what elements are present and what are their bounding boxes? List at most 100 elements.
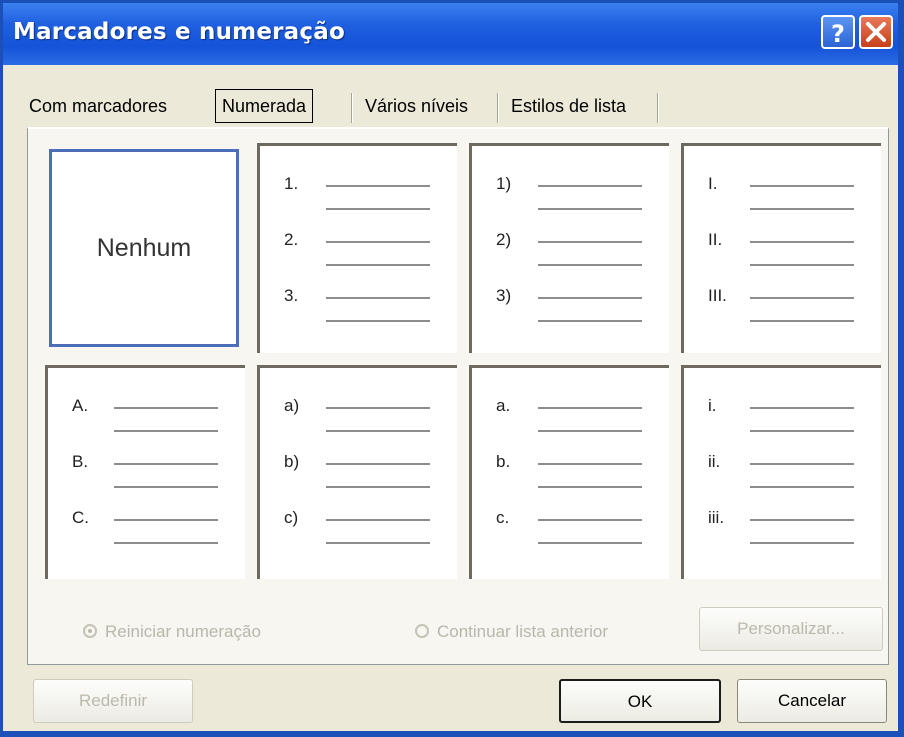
text-placeholder-line <box>538 208 642 210</box>
number-marker: 1. <box>284 174 299 193</box>
help-button[interactable]: ? <box>821 15 855 49</box>
restart-numbering-option[interactable]: Reiniciar numeração <box>83 622 261 642</box>
number-marker: II. <box>708 230 723 249</box>
close-icon <box>866 22 886 42</box>
tab-label: Com marcadores <box>29 96 168 116</box>
text-placeholder-line <box>538 519 642 521</box>
continue-radio[interactable] <box>415 624 429 638</box>
text-placeholder-line <box>750 241 854 243</box>
number-marker: 2. <box>284 230 299 249</box>
tab-label: Vários níveis <box>365 96 469 116</box>
text-placeholder-line <box>326 519 430 521</box>
text-placeholder-line <box>538 297 642 299</box>
text-placeholder-line <box>538 407 642 409</box>
text-placeholder-line <box>326 430 430 432</box>
none-label: Nenhum <box>96 234 192 262</box>
number-marker: a. <box>496 396 511 415</box>
number-marker: 1) <box>496 174 512 193</box>
text-placeholder-line <box>538 264 642 266</box>
text-placeholder-line <box>538 185 642 187</box>
number-marker: III. <box>708 286 727 305</box>
text-placeholder-line <box>326 208 430 210</box>
help-icon: ? <box>831 20 845 47</box>
number-marker: 2) <box>496 230 512 249</box>
number-marker: iii. <box>708 508 725 527</box>
text-placeholder-line <box>538 430 642 432</box>
gallery-cell-style-7[interactable]: i. ii. iii. <box>681 365 881 579</box>
text-placeholder-line <box>750 430 854 432</box>
svg-text:?: ? <box>831 20 845 47</box>
text-placeholder-line <box>114 519 218 521</box>
text-placeholder-line <box>326 486 430 488</box>
text-placeholder-line <box>326 185 430 187</box>
text-placeholder-line <box>326 463 430 465</box>
gallery-cell-style-3[interactable]: I. II. III. <box>681 143 881 353</box>
text-placeholder-line <box>326 320 430 322</box>
text-placeholder-line <box>538 486 642 488</box>
reset-button[interactable]: Redefinir <box>33 679 193 723</box>
text-placeholder-line <box>750 463 854 465</box>
tab-com-marcadores[interactable]: Com marcadores <box>29 83 167 129</box>
tab-numerada[interactable]: Numerada <box>215 83 314 129</box>
text-placeholder-line <box>114 463 218 465</box>
cancel-button[interactable]: Cancelar <box>737 679 887 723</box>
ok-button[interactable]: OK <box>559 679 721 723</box>
gallery-cell-none[interactable]: Nenhum <box>49 149 239 347</box>
customize-button[interactable]: Personalizar... <box>699 607 883 651</box>
gallery-cell-style-2[interactable]: 1) 2) 3) <box>469 143 669 353</box>
tab-estilos-de-lista[interactable]: Estilos de lista <box>511 83 626 129</box>
number-marker: c. <box>496 508 510 527</box>
tab-divider <box>497 93 499 123</box>
text-placeholder-line <box>750 407 854 409</box>
text-placeholder-line <box>114 542 218 544</box>
number-marker: a) <box>284 396 300 415</box>
window-frame-right <box>898 0 904 737</box>
text-placeholder-line <box>750 542 854 544</box>
title-bar[interactable]: Marcadores e numeração ? <box>3 3 901 65</box>
text-placeholder-line <box>326 264 430 266</box>
number-marker: c) <box>284 508 299 527</box>
text-placeholder-line <box>750 320 854 322</box>
text-placeholder-line <box>538 241 642 243</box>
tab-divider <box>351 93 353 123</box>
text-placeholder-line <box>750 264 854 266</box>
number-marker: i. <box>708 396 717 415</box>
text-placeholder-line <box>750 208 854 210</box>
text-placeholder-line <box>326 241 430 243</box>
text-placeholder-line <box>114 407 218 409</box>
number-marker: b) <box>284 452 300 471</box>
text-placeholder-line <box>750 185 854 187</box>
continue-list-option[interactable]: Continuar lista anterior <box>415 622 608 642</box>
text-placeholder-line <box>750 297 854 299</box>
number-marker: 3) <box>496 286 512 305</box>
text-placeholder-line <box>326 542 430 544</box>
restart-label: Reiniciar numeração <box>105 622 261 641</box>
text-placeholder-line <box>750 519 854 521</box>
text-placeholder-line <box>538 320 642 322</box>
dialog-title: Marcadores e numeração <box>13 19 345 45</box>
tab-label: Numerada <box>215 89 314 123</box>
numbering-gallery: Nenhum 1. 2. 3. 1) 2) 3) I. II. III. A. B. C. a) b) c)… <box>45 143 883 579</box>
text-placeholder-line <box>750 486 854 488</box>
text-placeholder-line <box>114 430 218 432</box>
gallery-cell-style-6[interactable]: a. b. c. <box>469 365 669 579</box>
continue-label: Continuar lista anterior <box>437 622 609 641</box>
gallery-cell-style-4[interactable]: A. B. C. <box>45 365 245 579</box>
text-placeholder-line <box>114 486 218 488</box>
close-button[interactable] <box>859 15 893 49</box>
number-marker: B. <box>72 452 89 471</box>
dialog-window: Marcadores e numeração ? Com marcadores … <box>0 0 904 737</box>
text-placeholder-line <box>326 407 430 409</box>
tab-divider <box>657 93 659 123</box>
number-marker: A. <box>72 396 89 415</box>
window-frame-bottom <box>0 731 904 737</box>
gallery-cell-style-5[interactable]: a) b) c) <box>257 365 457 579</box>
text-placeholder-line <box>538 463 642 465</box>
number-marker: b. <box>496 452 511 471</box>
gallery-cell-style-1[interactable]: 1. 2. 3. <box>257 143 457 353</box>
number-marker: 3. <box>284 286 299 305</box>
text-placeholder-line <box>326 297 430 299</box>
text-placeholder-line <box>538 542 642 544</box>
tab-varios-niveis[interactable]: Vários níveis <box>365 83 468 129</box>
restart-radio[interactable] <box>83 624 97 638</box>
